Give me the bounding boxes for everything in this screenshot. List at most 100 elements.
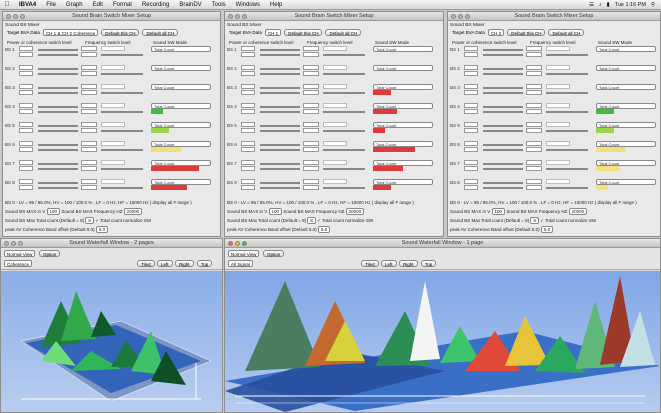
close-window-icon[interactable] [228, 241, 233, 246]
minimize-window-icon[interactable] [11, 241, 16, 246]
freq-high-field[interactable] [526, 71, 542, 76]
freq-high-field[interactable] [81, 147, 97, 152]
freq-high-field[interactable] [81, 166, 97, 171]
power-high-field[interactable] [241, 147, 255, 152]
freq-low-field[interactable] [303, 65, 319, 70]
freq-high-field[interactable] [526, 90, 542, 95]
power-low-slider[interactable] [38, 182, 78, 184]
power-low-field[interactable] [19, 122, 33, 127]
view-mode-popup[interactable]: Normal View [4, 250, 36, 257]
power-high-slider[interactable] [38, 130, 78, 132]
freq-low-field[interactable] [303, 160, 319, 165]
freq-low-field[interactable] [81, 65, 97, 70]
total-count-field[interactable]: 8 [530, 217, 539, 224]
power-high-field[interactable] [19, 52, 33, 57]
freq-low-field[interactable] [81, 84, 97, 89]
freq-high-field[interactable] [526, 128, 542, 133]
close-window-icon[interactable] [451, 14, 456, 19]
power-low-field[interactable] [241, 84, 255, 89]
freq-low-field[interactable] [526, 122, 542, 127]
menu-clock[interactable]: Tue 1:16 PM [615, 2, 646, 8]
power-high-field[interactable] [464, 90, 478, 95]
freq-low-field[interactable] [81, 179, 97, 184]
view-mode-popup[interactable]: Normal View [228, 250, 260, 257]
power-high-field[interactable] [19, 185, 33, 190]
battery-icon[interactable]: ▮ [607, 2, 610, 8]
minimize-window-icon[interactable] [458, 14, 463, 19]
power-high-slider[interactable] [38, 168, 78, 170]
menu-file[interactable]: File [41, 2, 61, 8]
freq-slider[interactable] [101, 149, 143, 151]
power-high-slider[interactable] [483, 149, 523, 151]
freq-high-field[interactable] [81, 128, 97, 133]
freq-slider[interactable] [546, 92, 588, 94]
default-this-ch-button[interactable]: Default this CH [507, 29, 546, 36]
power-high-slider[interactable] [38, 149, 78, 151]
freq-low-field[interactable] [526, 84, 542, 89]
power-low-field[interactable] [464, 179, 478, 184]
freq-high-field[interactable] [81, 52, 97, 57]
freq-slider[interactable] [101, 54, 143, 56]
power-high-field[interactable] [19, 71, 33, 76]
power-low-slider[interactable] [483, 49, 523, 51]
right-button[interactable]: Right [399, 260, 418, 267]
power-low-slider[interactable] [38, 68, 78, 70]
waterfall-plot[interactable] [225, 271, 660, 412]
freq-slider[interactable] [546, 111, 588, 113]
sound-sw-mode-popup[interactable]: Total Count [373, 65, 433, 71]
power-low-slider[interactable] [38, 125, 78, 127]
power-low-slider[interactable] [260, 125, 300, 127]
freq-high-field[interactable] [526, 109, 542, 114]
menu-braindv[interactable]: BrainDV [174, 2, 206, 8]
freq-slider[interactable] [546, 149, 588, 151]
freq-slider[interactable] [546, 130, 588, 132]
power-low-slider[interactable] [38, 144, 78, 146]
freq-high-field[interactable] [303, 128, 319, 133]
power-high-field[interactable] [241, 185, 255, 190]
normalize-checkbox-icon[interactable]: ✓ [540, 218, 544, 223]
power-low-slider[interactable] [483, 87, 523, 89]
freq-slider[interactable] [101, 92, 143, 94]
wifi-icon[interactable]: ☰ [589, 2, 594, 8]
freq-high-field[interactable] [303, 147, 319, 152]
power-low-field[interactable] [464, 65, 478, 70]
power-low-slider[interactable] [483, 182, 523, 184]
power-low-field[interactable] [241, 122, 255, 127]
power-low-field[interactable] [464, 160, 478, 165]
freq-low-field[interactable] [81, 160, 97, 165]
power-high-field[interactable] [19, 147, 33, 152]
default-this-ch-button[interactable]: Default this CH [101, 29, 140, 36]
sound-max-field[interactable]: 100 [268, 208, 283, 215]
power-high-slider[interactable] [260, 168, 300, 170]
power-low-slider[interactable] [38, 163, 78, 165]
freq-slider[interactable] [546, 187, 588, 189]
default-all-ch-button[interactable]: Default all CH [325, 29, 362, 36]
option-button[interactable]: Option [39, 250, 61, 257]
menu-help[interactable]: Help [265, 2, 287, 8]
power-high-field[interactable] [19, 90, 33, 95]
power-high-field[interactable] [241, 128, 255, 133]
power-low-field[interactable] [19, 103, 33, 108]
power-high-field[interactable] [464, 109, 478, 114]
apple-menu-icon[interactable]:  [0, 1, 14, 8]
sound-sw-mode-popup[interactable]: Total Count [596, 65, 656, 71]
power-low-field[interactable] [19, 160, 33, 165]
power-low-field[interactable] [19, 46, 33, 51]
zoom-window-icon[interactable] [242, 14, 247, 19]
freq-high-field[interactable] [303, 71, 319, 76]
power-high-slider[interactable] [483, 73, 523, 75]
power-low-slider[interactable] [260, 68, 300, 70]
freq-slider[interactable] [323, 130, 365, 132]
power-low-field[interactable] [464, 46, 478, 51]
sound-max-field[interactable]: 100 [491, 208, 506, 215]
power-low-field[interactable] [241, 141, 255, 146]
zoom-window-icon[interactable] [242, 241, 247, 246]
power-high-field[interactable] [241, 166, 255, 171]
sound-sw-mode-popup[interactable]: Total Count [373, 46, 433, 52]
freq-max-field[interactable]: 20000 [345, 208, 365, 215]
power-low-field[interactable] [241, 103, 255, 108]
close-window-icon[interactable] [228, 14, 233, 19]
power-high-field[interactable] [464, 185, 478, 190]
default-all-ch-button[interactable]: Default all CH [548, 29, 585, 36]
normalize-checkbox-icon[interactable]: ✓ [95, 218, 99, 223]
